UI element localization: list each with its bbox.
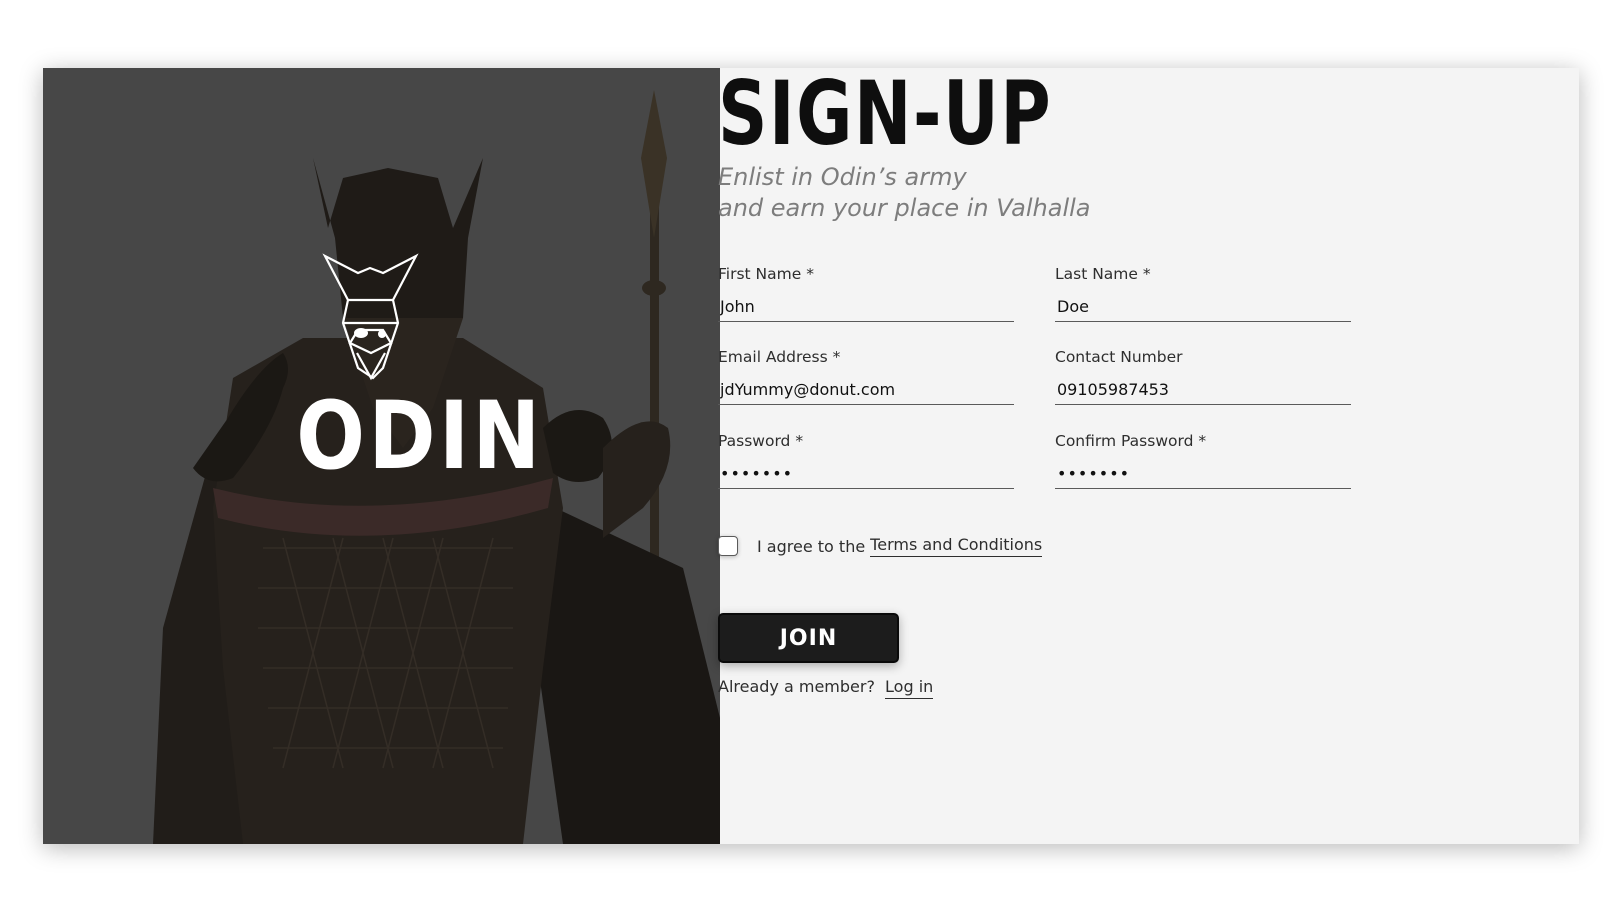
last-name-label: Last Name * — [1055, 265, 1151, 283]
contact-number-field: Contact Number — [1055, 348, 1351, 405]
page-title: SIGN-UP — [718, 62, 1053, 165]
join-button[interactable]: JOIN — [718, 613, 899, 663]
first-name-field: First Name * — [718, 265, 1014, 322]
subtitle-line-2: and earn your place in Valhalla — [718, 194, 1091, 222]
terms-agreement: I agree to the Terms and Conditions — [718, 535, 1043, 557]
terms-checkbox[interactable] — [718, 536, 738, 556]
login-prompt: Already a member? Log in — [718, 677, 934, 699]
email-input[interactable] — [718, 377, 1014, 405]
subtitle-line-1: Enlist in Odin’s army — [718, 163, 967, 191]
confirm-password-label: Confirm Password * — [1055, 432, 1207, 450]
terms-prefix: I agree to the — [757, 536, 866, 556]
confirm-password-field: Confirm Password * — [1055, 432, 1351, 489]
first-name-input[interactable] — [718, 294, 1014, 322]
page-subtitle: Enlist in Odin’s army and earn your plac… — [718, 162, 1090, 224]
password-label: Password * — [718, 432, 804, 450]
last-name-field: Last Name * — [1055, 265, 1351, 322]
login-link[interactable]: Log in — [885, 677, 934, 699]
terms-link[interactable]: Terms and Conditions — [870, 535, 1043, 557]
hero-panel: ODIN — [43, 68, 720, 844]
email-field: Email Address * — [718, 348, 1014, 405]
email-label: Email Address * — [718, 348, 841, 366]
login-prompt-text: Already a member? — [718, 677, 875, 696]
first-name-label: First Name * — [718, 265, 814, 283]
contact-number-label: Contact Number — [1055, 348, 1183, 366]
password-input[interactable] — [718, 461, 1014, 489]
password-field: Password * — [718, 432, 1014, 489]
confirm-password-input[interactable] — [1055, 461, 1351, 489]
odin-logo-text: ODIN — [296, 382, 544, 491]
contact-number-input[interactable] — [1055, 377, 1351, 405]
last-name-input[interactable] — [1055, 294, 1351, 322]
